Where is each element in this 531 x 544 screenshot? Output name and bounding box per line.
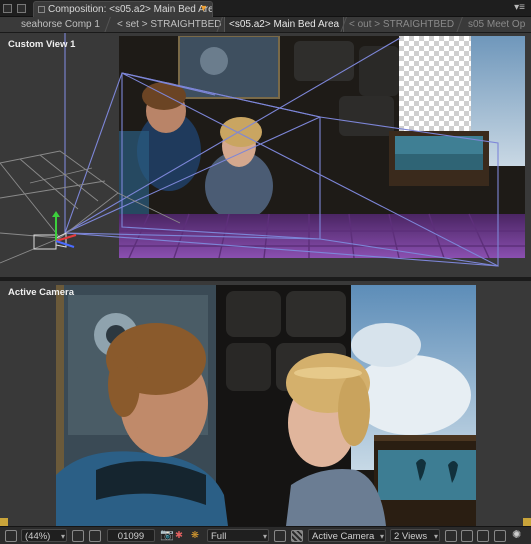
corner-marker <box>523 518 531 526</box>
view-layout-dropdown[interactable]: 2 Views <box>390 529 440 543</box>
composition-tab-label: Composition: <s05.a2> Main Bed Area <box>48 4 213 15</box>
panel-menu-icon[interactable]: ▾≡ <box>514 2 525 13</box>
composition-breadcrumb: seahorse Comp 1 < set > STRAIGHTBED <s05… <box>0 17 531 33</box>
zoom-dropdown[interactable]: (44%) <box>21 529 67 543</box>
show-snapshot-icon[interactable]: ✱ <box>175 529 183 542</box>
panel-options-icon[interactable] <box>17 4 26 13</box>
timeline-icon[interactable] <box>477 530 489 542</box>
close-panel-icon[interactable] <box>3 4 12 13</box>
transparency-grid-icon[interactable] <box>291 530 303 542</box>
resolution-dropdown[interactable]: Full <box>207 529 269 543</box>
timecode-value: 01099 <box>117 531 145 542</box>
toggle-pixel-aspect-icon[interactable] <box>445 530 457 542</box>
chevron-down-icon[interactable]: ▼ <box>199 3 208 13</box>
camera-view-dropdown[interactable]: Active Camera <box>308 529 386 543</box>
view-layout-value: 2 Views <box>394 531 428 542</box>
current-time-field[interactable]: 01099 <box>107 529 155 542</box>
resolution-value: Full <box>211 531 227 542</box>
always-preview-icon[interactable] <box>5 530 17 542</box>
flowchart-icon[interactable] <box>494 530 506 542</box>
corner-marker <box>0 518 8 526</box>
snapshot-camera-icon[interactable]: 📷 <box>160 529 174 542</box>
view-label: Active Camera <box>8 287 75 298</box>
exposure-icon[interactable]: ✺ <box>512 529 521 542</box>
mask-visibility-icon[interactable] <box>89 530 101 542</box>
panel-header: Composition: <s05.a2> Main Bed Area ▼ ▾≡ <box>0 0 531 17</box>
active-camera-render <box>56 285 476 526</box>
color-channel-icon[interactable]: ❋ <box>191 529 199 542</box>
scene-render <box>56 285 476 526</box>
camera-wireframe <box>0 33 499 267</box>
breadcrumb-item-active[interactable]: <s05.a2> Main Bed Area <box>224 17 345 32</box>
safe-zones-icon[interactable] <box>72 530 84 542</box>
breadcrumb-item[interactable]: seahorse Comp 1 <box>21 17 100 32</box>
fast-previews-icon[interactable] <box>461 530 473 542</box>
active-camera-viewport[interactable]: Active Camera <box>0 281 531 526</box>
viewer-toolbar: (44%) 01099 📷 ✱ ❋ Full Active Camera 2 V… <box>0 526 531 544</box>
breadcrumb-item[interactable]: < set > STRAIGHTBED <box>117 17 221 32</box>
zoom-value: (44%) <box>25 531 51 542</box>
region-of-interest-icon[interactable] <box>274 530 286 542</box>
view-label: Custom View 1 <box>8 39 76 50</box>
breadcrumb-item[interactable]: s05 Meet Op <box>468 17 525 32</box>
custom-view-viewport[interactable]: Custom View 1 <box>0 33 531 277</box>
lock-icon[interactable] <box>38 6 45 13</box>
camera-view-value: Active Camera <box>312 531 375 542</box>
breadcrumb-item[interactable]: < out > STRAIGHTBED <box>349 17 454 32</box>
composition-tab[interactable]: Composition: <s05.a2> Main Bed Area ▼ <box>33 1 213 17</box>
